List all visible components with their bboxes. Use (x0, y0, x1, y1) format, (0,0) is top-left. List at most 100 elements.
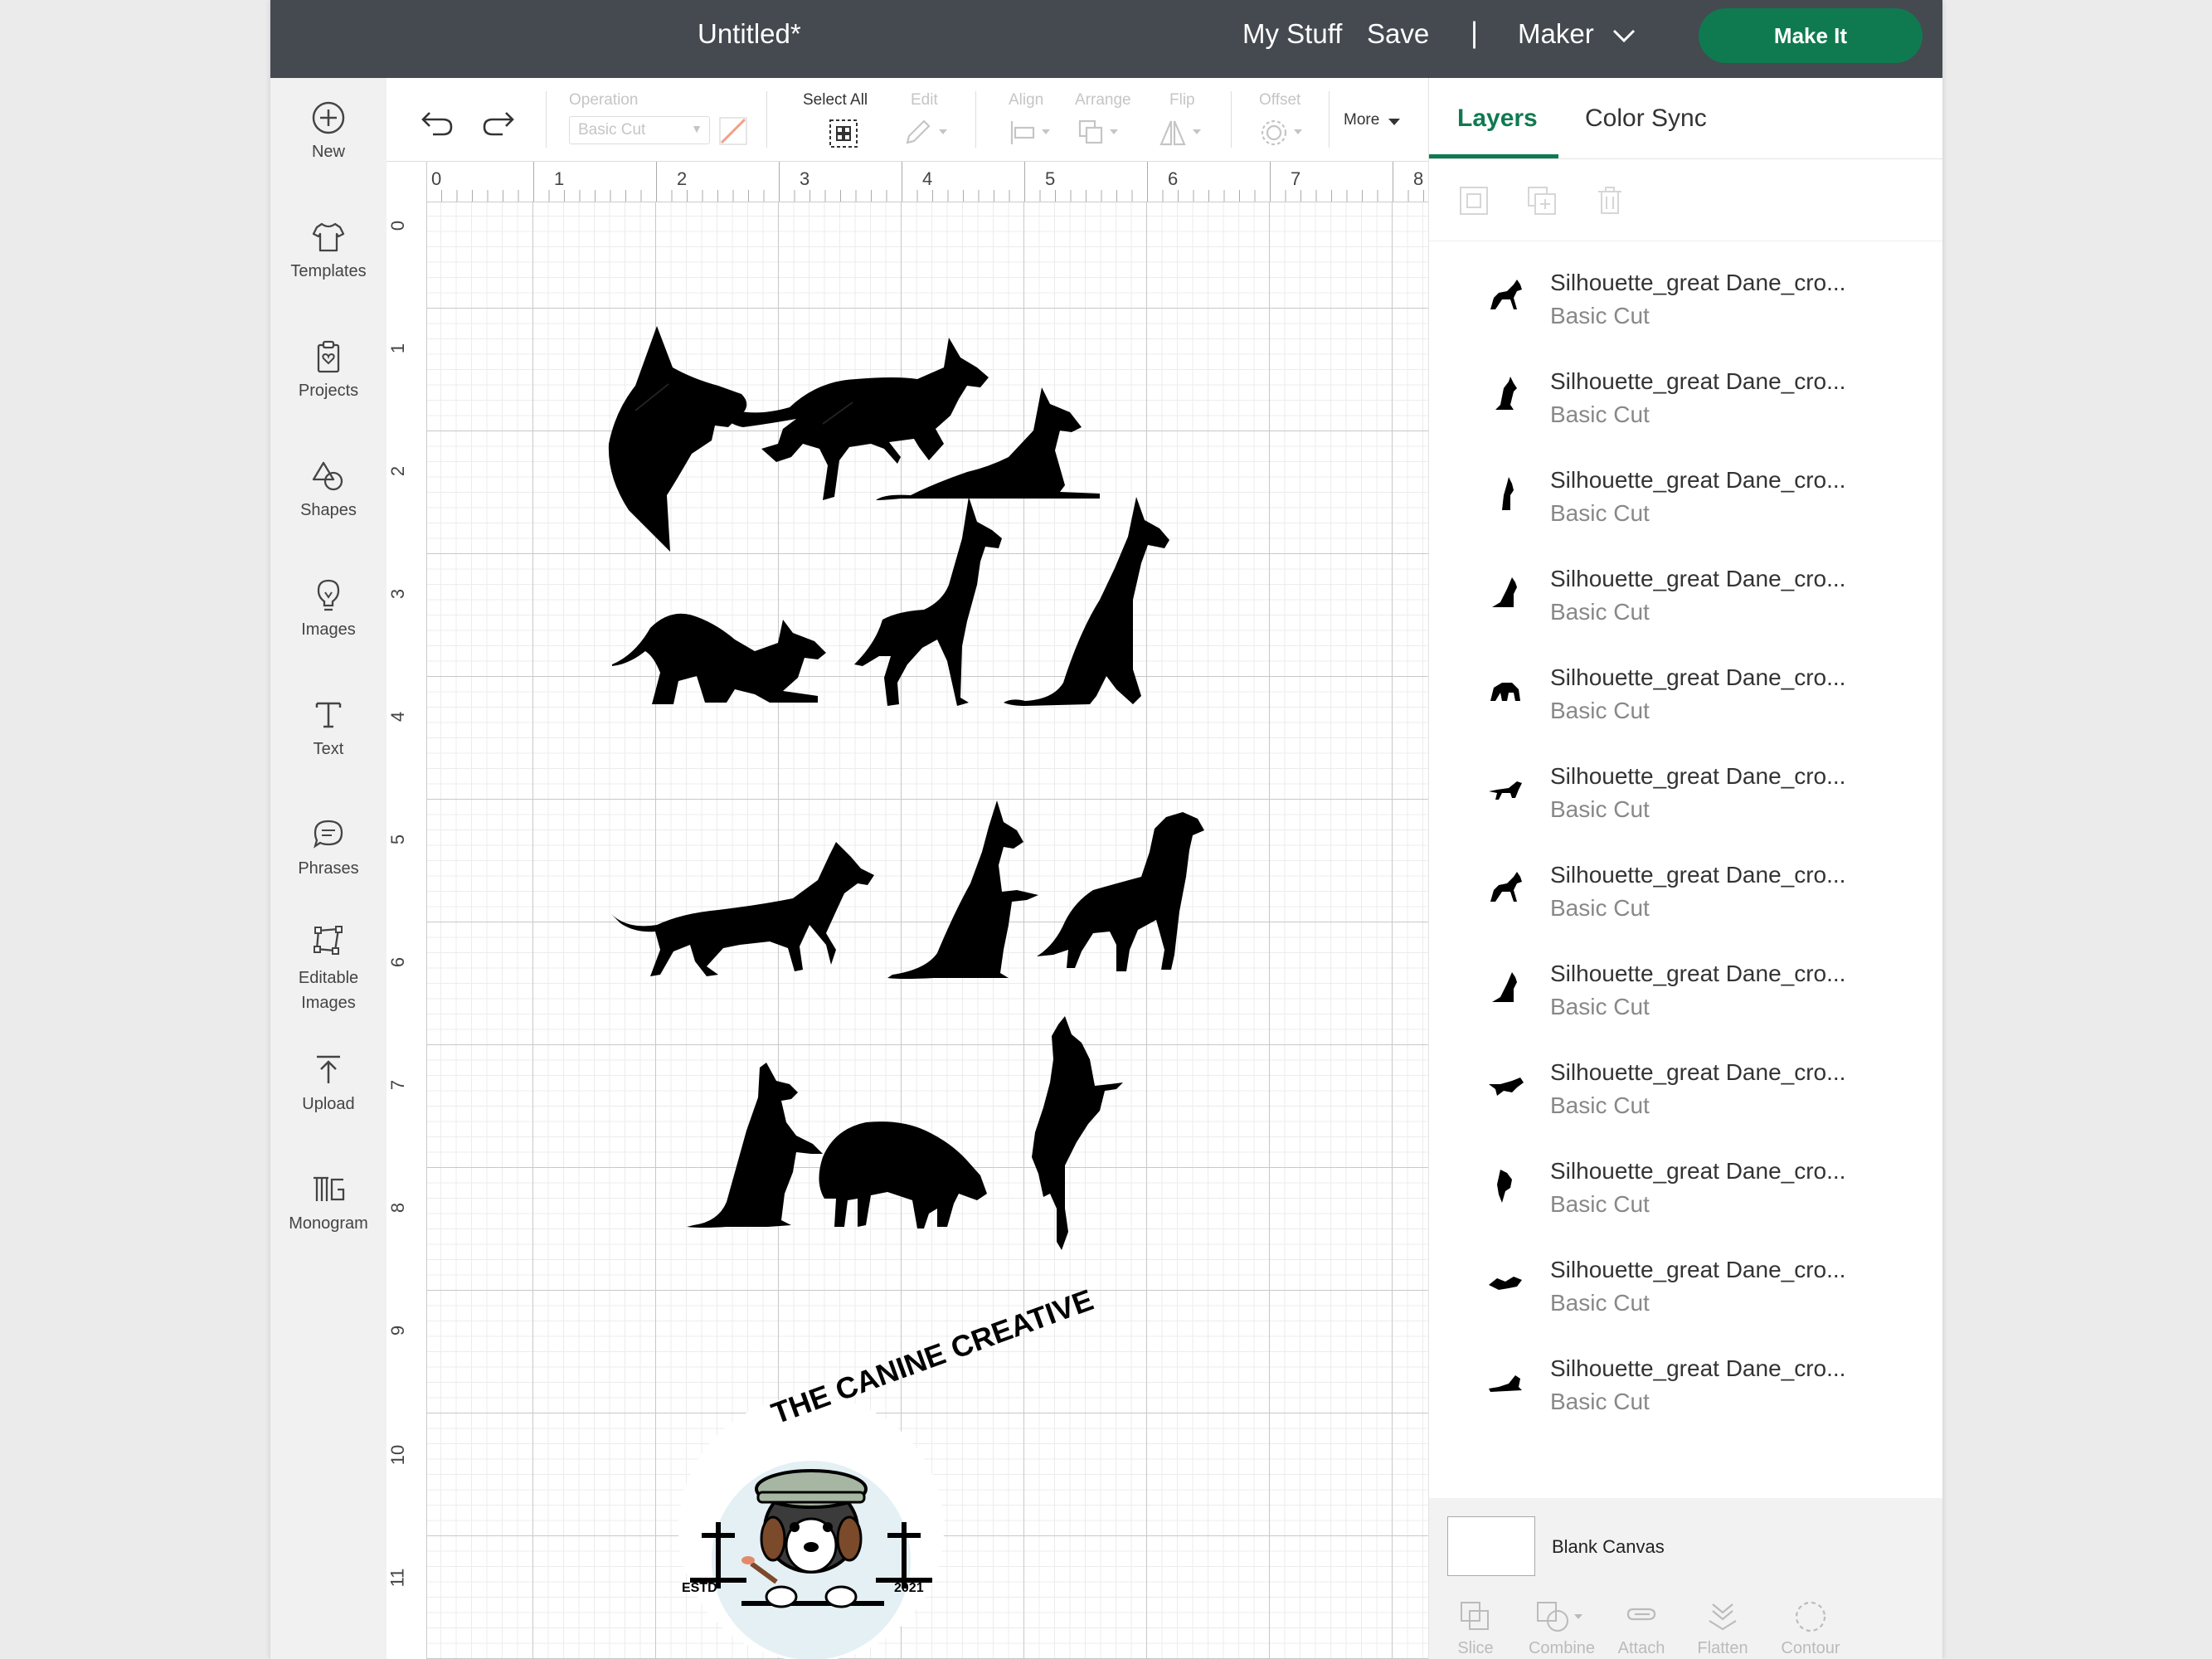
layer-operation: Basic Cut (1550, 698, 1650, 723)
sidebar-item-templates[interactable]: Templates (270, 219, 386, 281)
pencil-icon[interactable] (902, 118, 952, 148)
dog-silhouette-walking (610, 842, 874, 976)
dog-silhouette-standing (854, 497, 1002, 706)
layer-name: Silhouette_great Dane_cro... (1550, 1158, 1846, 1184)
ruler-left-label: 8 (387, 1202, 409, 1214)
layer-thumbnail-icon (1495, 377, 1517, 410)
contour-label: Contour (1781, 1639, 1840, 1657)
layer-operation: Basic Cut (1550, 599, 1650, 625)
select-all-icon[interactable] (828, 118, 859, 149)
layer-row[interactable]: Silhouette_great Dane_cro... Basic Cut (1429, 849, 1942, 947)
speech-bubble-icon (314, 820, 343, 849)
ruler-left-label: 6 (387, 956, 409, 968)
layer-row[interactable]: Silhouette_great Dane_cro... Basic Cut (1429, 947, 1942, 1046)
layer-row[interactable]: Silhouette_great Dane_cro... Basic Cut (1429, 750, 1942, 849)
caret-down-icon[interactable] (1387, 116, 1402, 128)
slice-button[interactable]: Slice (1434, 1599, 1517, 1658)
dog-silhouette-sniffing (819, 1121, 987, 1228)
layer-thumbnail-icon (1489, 781, 1522, 800)
redo-icon[interactable] (479, 108, 516, 138)
select-all-label[interactable]: Select All (803, 91, 868, 109)
layer-row[interactable]: Silhouette_great Dane_cro... Basic Cut (1429, 552, 1942, 651)
more-menu-button[interactable]: More (1344, 111, 1379, 129)
topbar-separator: | (1471, 17, 1479, 49)
blank-canvas-row: Blank Canvas Slice Combine Attach Flatte… (1429, 1498, 1942, 1659)
layer-row[interactable]: Silhouette_great Dane_cro... Basic Cut (1429, 355, 1942, 454)
color-swatch-icon[interactable] (718, 116, 748, 146)
sidebar-item-monogram[interactable]: Monogram (270, 1171, 386, 1233)
dog-silhouette-begging (687, 1063, 823, 1228)
layer-row[interactable]: Silhouette_great Dane_cro... Basic Cut (1429, 1243, 1942, 1342)
layer-row[interactable]: Silhouette_great Dane_cro... Basic Cut (1429, 1342, 1942, 1441)
arrange-icon[interactable] (1077, 118, 1126, 148)
machine-selector[interactable]: Maker (1518, 18, 1594, 50)
design-canvas[interactable]: THE CANINE CREATIVE ESTD 2021 0 1 2 3 4 … (386, 162, 1428, 1659)
dog-silhouette-jumping (1032, 1016, 1123, 1250)
project-title[interactable]: Untitled* (698, 18, 801, 50)
chevron-down-icon[interactable] (1609, 23, 1639, 48)
logo-year-text: 2021 (894, 1581, 924, 1595)
offset-icon[interactable] (1259, 118, 1310, 148)
align-icon[interactable] (1007, 118, 1057, 148)
layer-row[interactable]: Silhouette_great Dane_cro... Basic Cut (1429, 454, 1942, 552)
layer-operation: Basic Cut (1550, 1092, 1650, 1118)
sidebar-item-label: Phrases (298, 859, 359, 878)
upload-icon (317, 1055, 340, 1083)
operation-select[interactable]: Basic Cut ▼ (569, 116, 710, 144)
sidebar-item-upload[interactable]: Upload (270, 1052, 386, 1114)
group-icon[interactable] (1457, 184, 1490, 217)
combine-icon (1537, 1602, 1582, 1632)
attach-button[interactable]: Attach (1600, 1599, 1683, 1658)
sidebar-item-shapes[interactable]: Shapes (270, 458, 386, 520)
flip-icon[interactable] (1158, 118, 1211, 148)
logo-estd-text: ESTD (682, 1581, 717, 1595)
combine-button[interactable]: Combine (1520, 1599, 1603, 1658)
sidebar-item-label: Upload (302, 1095, 355, 1113)
text-icon (315, 702, 342, 728)
flatten-button[interactable]: Flatten (1681, 1599, 1764, 1658)
duplicate-icon[interactable] (1525, 184, 1558, 217)
layer-thumbnail-icon (1489, 1078, 1524, 1096)
contour-button[interactable]: Contour (1769, 1599, 1852, 1658)
make-it-button[interactable]: Make It (1699, 8, 1923, 63)
trash-icon[interactable] (1593, 184, 1626, 217)
layer-thumbnail-icon (1490, 683, 1520, 701)
blank-canvas-swatch[interactable] (1447, 1516, 1535, 1576)
toolbar-divider (1231, 91, 1232, 148)
blank-canvas-label: Blank Canvas (1552, 1536, 1665, 1557)
layer-name: Silhouette_great Dane_cro... (1550, 270, 1846, 295)
layer-row[interactable]: Silhouette_great Dane_cro... Basic Cut (1429, 256, 1942, 355)
caret-down-icon: ▼ (691, 122, 702, 135)
sidebar-item-text[interactable]: Text (270, 697, 386, 759)
paperclip-icon (1626, 1608, 1656, 1621)
layer-row[interactable]: Silhouette_great Dane_cro... Basic Cut (1429, 1145, 1942, 1243)
clipboard-icon (317, 340, 340, 373)
sidebar-item-new[interactable]: New (270, 100, 386, 162)
design-space-window: Untitled* My Stuff Save | Maker Make It … (270, 0, 1942, 1659)
sidebar-item-label: Images (301, 620, 356, 639)
tab-divider (1429, 158, 1942, 159)
ruler-left-label: 9 (387, 1325, 409, 1336)
sidebar-item-editable-images[interactable]: Editable Images (270, 922, 386, 1015)
sidebar-item-phrases[interactable]: Phrases (270, 816, 386, 878)
undo-icon[interactable] (420, 108, 456, 138)
dog-silhouettes[interactable]: THE CANINE CREATIVE ESTD 2021 (386, 162, 1428, 1659)
my-stuff-link[interactable]: My Stuff (1242, 18, 1342, 50)
save-link[interactable]: Save (1367, 18, 1429, 50)
ruler-left-label: 2 (387, 465, 409, 477)
tab-color-sync[interactable]: Color Sync (1585, 105, 1707, 133)
sidebar-item-images[interactable]: Images (270, 577, 386, 640)
layer-row[interactable]: Silhouette_great Dane_cro... Basic Cut (1429, 1046, 1942, 1145)
layer-thumbnail-icon (1489, 1277, 1522, 1290)
layer-name: Silhouette_great Dane_cro... (1550, 1257, 1846, 1282)
ruler-top-label: 6 (1168, 168, 1179, 189)
combine-label: Combine (1528, 1639, 1596, 1657)
layer-row[interactable]: Silhouette_great Dane_cro... Basic Cut (1429, 651, 1942, 750)
ruler-top-label: 5 (1045, 168, 1056, 189)
ruler-left-label: 1 (387, 343, 409, 354)
ruler-left-label: 11 (386, 1568, 408, 1588)
edit-toolbar: Operation Basic Cut ▼ Select All Edit Al… (386, 78, 1428, 162)
sidebar-item-projects[interactable]: Projects (270, 338, 386, 401)
offset-label: Offset (1259, 91, 1301, 109)
tab-layers[interactable]: Layers (1457, 105, 1538, 133)
